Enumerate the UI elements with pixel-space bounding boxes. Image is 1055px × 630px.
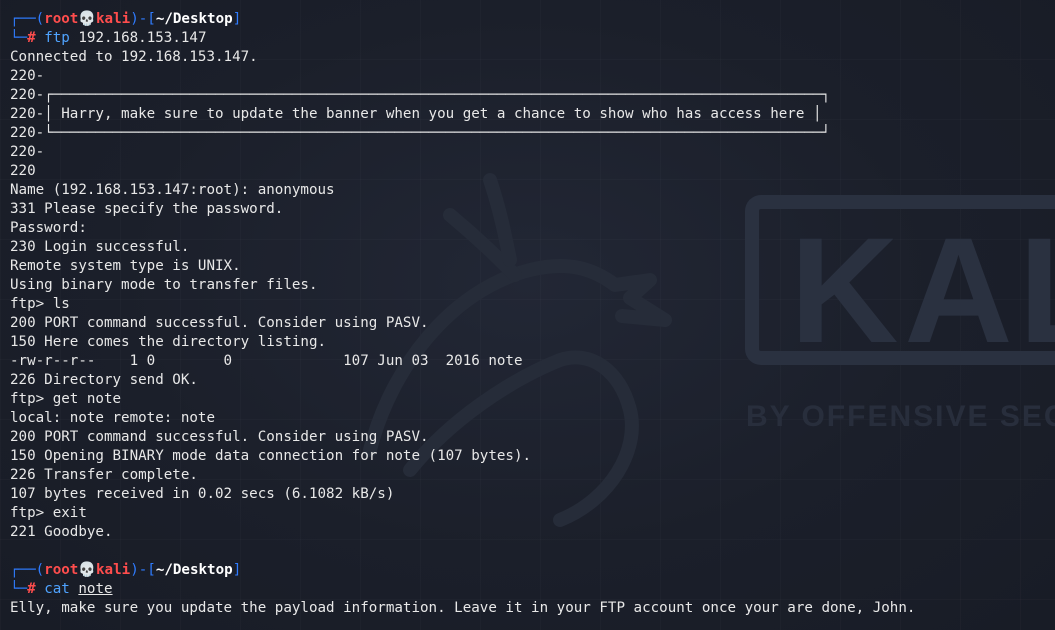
output-line: 220- [10,144,45,160]
output-line: 220- [10,68,45,84]
directory-listing-row: -rw-r--r-- 1 0 0 107 Jun 03 2016 note [10,353,523,369]
skull-icon: 💀 [78,11,97,27]
output-line: 107 bytes received in 0.02 secs (6.1082 … [10,486,395,502]
output-line: 226 Transfer complete. [10,467,198,483]
command-line-2: └─# cat note [10,581,113,597]
command-arg: note [78,581,113,597]
prompt-line-1: ┌──(root💀kali)-[~/Desktop] [10,11,242,27]
output-line: 221 Goodbye. [10,524,113,540]
output-line: local: note remote: note [10,410,215,426]
command-arg: 192.168.153.147 [78,30,207,46]
output-line: 220 [10,163,36,179]
terminal-output[interactable]: ┌──(root💀kali)-[~/Desktop] └─# ftp 192.1… [10,10,1055,618]
prompt-user: root [44,11,79,27]
prompt-path: ~/Desktop [155,562,233,578]
output-line: 230 Login successful. [10,239,190,255]
output-line: 200 PORT command successful. Consider us… [10,429,429,445]
output-line: 150 Opening BINARY mode data connection … [10,448,532,464]
output-line: 226 Directory send OK. [10,372,198,388]
prompt-line-2: ┌──(root💀kali)-[~/Desktop] [10,562,242,578]
banner-message: 220-│ Harry, make sure to update the ban… [10,106,822,122]
command-line-1: └─# ftp 192.168.153.147 [10,30,207,46]
prompt-host: kali [96,562,131,578]
output-line: Name (192.168.153.147:root): anonymous [10,182,335,198]
output-line: 200 PORT command successful. Consider us… [10,315,429,331]
command-name: ftp [44,30,70,46]
output-line: Remote system type is UNIX. [10,258,241,274]
output-line: Using binary mode to transfer files. [10,277,318,293]
output-line: Connected to 192.168.153.147. [10,49,258,65]
note-contents: Elly, make sure you update the payload i… [10,600,916,616]
output-line: ftp> ls [10,296,70,312]
output-line: Password: [10,220,87,236]
output-line: ftp> get note [10,391,122,407]
prompt-user: root [44,562,79,578]
prompt-path: ~/Desktop [155,11,233,27]
banner-top-border: 220-┌───────────────────────────────────… [10,87,830,103]
output-line: 150 Here comes the directory listing. [10,334,327,350]
command-name: cat [44,581,70,597]
banner-bottom-border: 220-└───────────────────────────────────… [10,125,830,141]
skull-icon: 💀 [78,562,97,578]
prompt-host: kali [96,11,131,27]
output-line: 331 Please specify the password. [10,201,284,217]
output-line: ftp> exit [10,505,87,521]
